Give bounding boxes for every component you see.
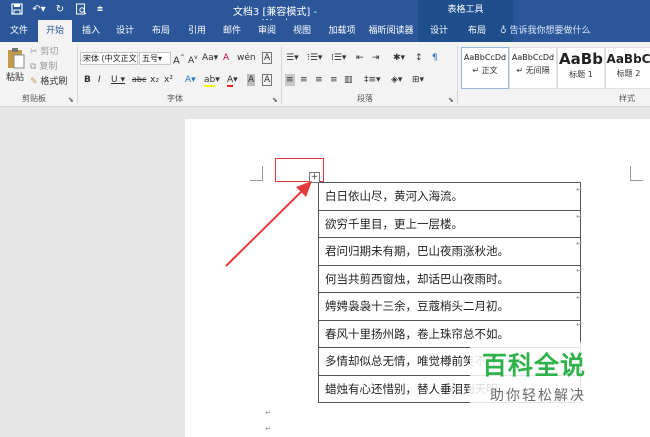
watermark-title: 百科全说 bbox=[482, 351, 587, 380]
watermark-subtitle: 助你轻松解决 bbox=[490, 388, 586, 404]
